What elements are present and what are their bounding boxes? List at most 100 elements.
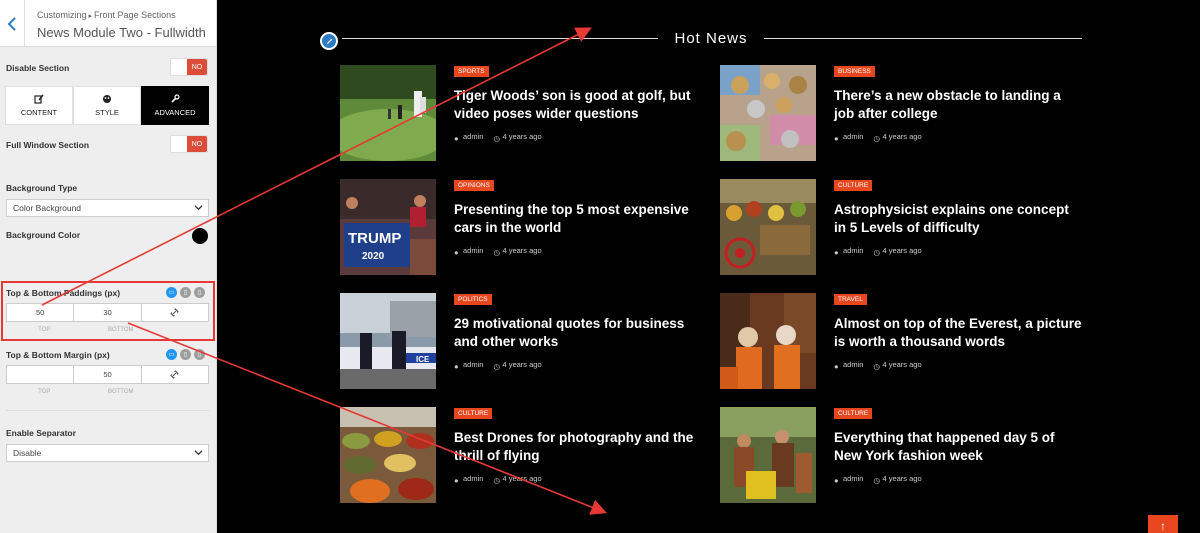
margin-label: Top & Bottom Margin (px) <box>6 350 110 360</box>
author[interactable]: ● admin <box>834 360 863 371</box>
scroll-to-top-button[interactable]: ↑ <box>1148 515 1178 533</box>
margin-bottom-input[interactable]: 50 <box>74 366 142 383</box>
margin-top-input[interactable] <box>7 366 75 383</box>
news-card[interactable]: CULTURE Best Drones for photography and … <box>340 407 700 503</box>
svg-text:TRUMP: TRUMP <box>348 230 401 247</box>
breadcrumb-separator-icon: ▸ <box>88 13 93 20</box>
paddings-sublabels: TOP BOTTOM <box>38 327 134 333</box>
desktop-icon[interactable]: ▭ <box>166 349 177 360</box>
mobile-icon[interactable]: ▯ <box>194 287 205 298</box>
thumbnail-coins[interactable] <box>720 65 816 161</box>
margin-link-button[interactable] <box>142 366 208 383</box>
clock-icon: ◷ <box>493 361 500 371</box>
author[interactable]: ● admin <box>454 132 483 143</box>
news-card[interactable]: TRAVEL Almost on top of the Everest, a p… <box>720 293 1082 389</box>
tablet-icon[interactable]: ▯ <box>180 287 191 298</box>
palette-icon <box>103 95 111 103</box>
tablet-icon[interactable]: ▯ <box>180 349 191 360</box>
thumbnail-golf[interactable] <box>340 65 436 161</box>
news-card[interactable]: SPORTS Tiger Woods’ son is good at golf,… <box>340 65 700 161</box>
article-title[interactable]: Tiger Woods’ son is good at golf, but vi… <box>454 87 704 123</box>
author[interactable]: ● admin <box>454 246 483 257</box>
padding-link-button[interactable] <box>142 304 208 321</box>
article-meta: ● admin ◷ 4 years ago <box>834 474 922 485</box>
article-title[interactable]: Presenting the top 5 most expensive cars… <box>454 201 704 237</box>
section-heading: Hot News <box>674 30 748 47</box>
clock-icon: ◷ <box>493 247 500 257</box>
author[interactable]: ● admin <box>834 474 863 485</box>
user-icon: ● <box>834 133 839 143</box>
article-title[interactable]: Best Drones for photography and the thri… <box>454 429 704 465</box>
paddings-inputs: 50 30 <box>6 303 209 322</box>
background-type-label: Background Type <box>6 183 78 193</box>
thumbnail-fashion[interactable] <box>720 407 816 503</box>
svg-text:ICE: ICE <box>416 355 430 364</box>
article-title[interactable]: 29 motivational quotes for business and … <box>454 315 704 351</box>
news-card[interactable]: BUSINESS There’s a new obstacle to landi… <box>720 65 1080 161</box>
padding-bottom-input[interactable]: 30 <box>74 304 142 321</box>
back-button[interactable] <box>0 0 25 47</box>
article-meta: ● admin ◷ 4 years ago <box>454 474 542 485</box>
author[interactable]: ● admin <box>454 474 483 485</box>
padding-top-input[interactable]: 50 <box>7 304 75 321</box>
edit-icon <box>34 94 44 104</box>
thumbnail-rally[interactable]: TRUMP 2020 <box>340 179 436 275</box>
news-card[interactable]: CULTURE Everything that happened day 5 o… <box>720 407 1080 503</box>
separator-select[interactable]: Disable <box>6 444 209 462</box>
user-icon: ● <box>834 361 839 371</box>
divider <box>6 410 209 411</box>
mobile-icon[interactable]: ▯ <box>194 349 205 360</box>
article-title[interactable]: Almost on top of the Everest, a picture … <box>834 315 1084 351</box>
background-color-swatch[interactable] <box>192 228 208 244</box>
article-title[interactable]: Everything that happened day 5 of New Yo… <box>834 429 1084 465</box>
timestamp: ◷ 4 years ago <box>493 360 542 371</box>
panel-header: Customizing ▸ Front Page Sections News Mod… <box>0 0 216 47</box>
margin-sublabels: TOP BOTTOM <box>38 389 134 395</box>
category-badge[interactable]: TRAVEL <box>834 294 867 305</box>
thumbnail-market[interactable] <box>720 179 816 275</box>
breadcrumb: Customizing ▸ Front Page Sections <box>37 10 176 20</box>
arrow-up-icon: ↑ <box>1160 519 1166 533</box>
category-badge[interactable]: POLITICS <box>454 294 492 305</box>
article-title[interactable]: There’s a new obstacle to landing a job … <box>834 87 1084 123</box>
thumbnail-sadhus[interactable] <box>720 293 816 389</box>
tab-content[interactable]: CONTENT <box>5 86 73 125</box>
category-badge[interactable]: CULTURE <box>834 180 873 191</box>
user-icon: ● <box>454 133 459 143</box>
category-badge[interactable]: CULTURE <box>834 408 873 419</box>
author[interactable]: ● admin <box>834 132 863 143</box>
category-badge[interactable]: OPINIONS <box>454 180 494 191</box>
article-meta: ● admin ◷ 4 years ago <box>454 132 542 143</box>
category-badge[interactable]: SPORTS <box>454 66 489 77</box>
author[interactable]: ● admin <box>454 360 483 371</box>
timestamp: ◷ 4 years ago <box>873 360 922 371</box>
user-icon: ● <box>834 247 839 257</box>
edit-shortcut-button[interactable] <box>320 32 338 50</box>
news-card[interactable]: ICE POLITICS 29 motivational quotes for … <box>340 293 700 389</box>
pencil-icon <box>326 38 332 44</box>
disable-section-toggle[interactable]: NO <box>170 58 208 76</box>
background-type-select[interactable]: Color Background <box>6 199 209 217</box>
disable-section-label: Disable Section <box>6 63 70 73</box>
timestamp: ◷ 4 years ago <box>873 132 922 143</box>
user-icon: ● <box>454 475 459 485</box>
article-meta: ● admin ◷ 4 years ago <box>454 360 542 371</box>
news-card[interactable]: TRUMP 2020 OPINIONS Presenting the top 5… <box>340 179 700 275</box>
tab-style[interactable]: STYLE <box>73 86 141 125</box>
thumbnail-police[interactable]: ICE <box>340 293 436 389</box>
news-card[interactable]: CULTURE Astrophysicist explains one conc… <box>720 179 1080 275</box>
clock-icon: ◷ <box>873 475 880 485</box>
chevron-down-icon <box>194 450 203 456</box>
background-color-label: Background Color <box>6 230 81 240</box>
category-badge[interactable]: BUSINESS <box>834 66 875 77</box>
thumbnail-spices[interactable] <box>340 407 436 503</box>
author[interactable]: ● admin <box>834 246 863 257</box>
desktop-icon[interactable]: ▭ <box>166 287 177 298</box>
clock-icon: ◷ <box>873 247 880 257</box>
paddings-device-icons: ▭ ▯ ▯ <box>166 287 205 298</box>
article-title[interactable]: Astrophysicist explains one concept in 5… <box>834 201 1084 237</box>
category-badge[interactable]: CULTURE <box>454 408 493 419</box>
tab-advanced[interactable]: ADVANCED <box>141 86 209 125</box>
chevron-down-icon <box>194 205 203 211</box>
full-window-toggle[interactable]: NO <box>170 135 208 153</box>
